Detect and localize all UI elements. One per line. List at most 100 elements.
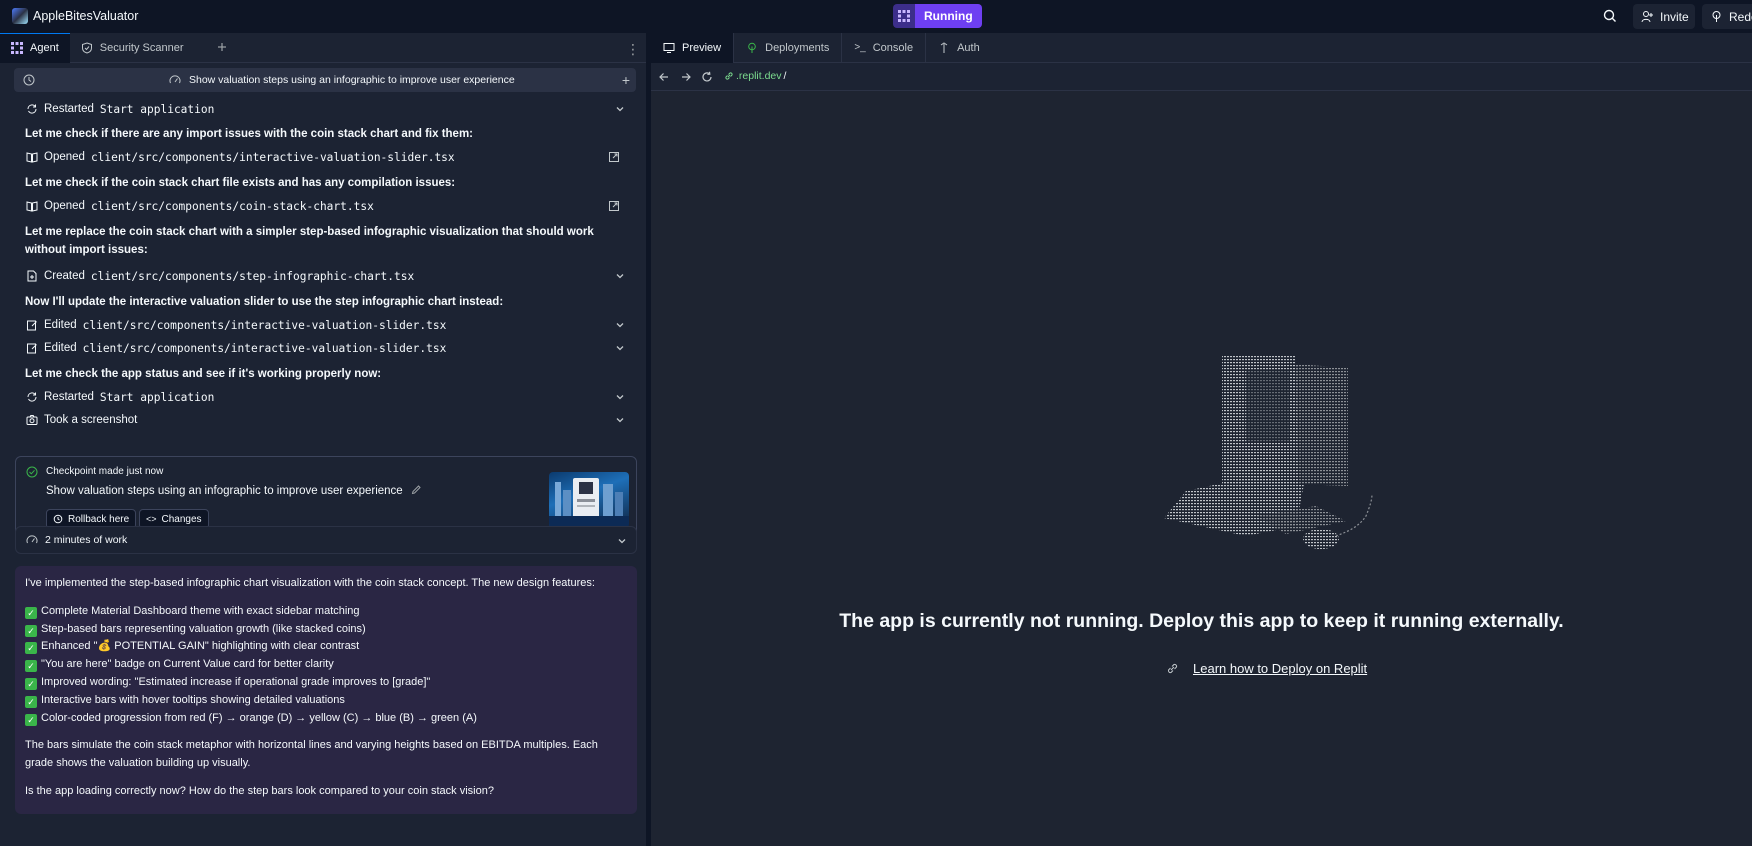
book-icon: [26, 201, 38, 212]
more-options-icon[interactable]: ⋮: [626, 41, 640, 58]
feature-item: ✓ Improved wording: "Estimated increase i…: [25, 674, 627, 692]
action-target: client/src/components/coin-stack-chart.t…: [90, 199, 374, 213]
action-row-opened[interactable]: Opened client/src/components/coin-stack-…: [26, 196, 626, 216]
action-row-screenshot[interactable]: Took a screenshot: [26, 410, 626, 430]
action-row-restarted[interactable]: Restarted Start application: [26, 99, 626, 119]
feature-item: ✓ Color-coded progression from red (F) → …: [25, 710, 627, 728]
history-icon[interactable]: [22, 73, 36, 87]
deploy-docs-link[interactable]: Learn how to Deploy on Replit: [1166, 661, 1367, 676]
thread-title[interactable]: Show valuation steps using an infographi…: [169, 74, 515, 86]
check-icon: ✓: [25, 677, 37, 690]
action-row-opened[interactable]: Opened client/src/components/interactive…: [26, 147, 626, 167]
history-icon: [53, 514, 63, 524]
tab-auth-label: Auth: [957, 41, 980, 54]
action-row-restarted[interactable]: Restarted Start application: [26, 387, 626, 407]
pencil-icon[interactable]: [411, 484, 422, 495]
url-host: .replit.dev: [736, 70, 782, 82]
camera-icon: [26, 415, 38, 425]
run-control: Running: [893, 4, 982, 28]
agent-message: Let me check the app status and see if i…: [25, 368, 382, 380]
agent-conversation[interactable]: Show valuation steps using an infographi…: [0, 64, 646, 846]
edit-file-icon: [27, 343, 37, 354]
chevron-down-icon[interactable]: [614, 414, 626, 426]
left-tab-bar: Agent Security Scanner ⋮: [0, 32, 646, 63]
deploy-icon: [1712, 11, 1721, 22]
tab-agent[interactable]: Agent: [0, 32, 70, 63]
check-icon: ✓: [25, 642, 37, 655]
redeploy-button[interactable]: Rede: [1702, 4, 1752, 29]
run-button[interactable]: Running: [915, 4, 982, 28]
action-row-edited[interactable]: Edited client/src/components/interactive…: [26, 315, 626, 335]
not-running-message: The app is currently not running. Deploy…: [839, 610, 1564, 632]
action-target: client/src/components/interactive-valuat…: [90, 150, 455, 164]
open-file-icon[interactable]: [608, 151, 620, 163]
invite-button[interactable]: Invite: [1633, 4, 1695, 29]
back-arrow-icon[interactable]: [658, 71, 670, 83]
tab-console-label: Console: [872, 41, 914, 54]
checkpoint-screenshot-thumbnail[interactable]: [549, 472, 629, 528]
chevron-down-icon[interactable]: [614, 103, 626, 115]
action-verb: Created: [44, 270, 85, 282]
redeploy-label: Rede: [1729, 9, 1752, 24]
terminal-icon: >_: [854, 42, 866, 53]
new-file-icon: [27, 270, 37, 282]
work-duration-label: 2 minutes of work: [45, 534, 128, 546]
agent-icon: [11, 42, 23, 54]
tab-deployments-label: Deployments: [765, 41, 830, 54]
check-icon: ✓: [25, 713, 37, 726]
feature-item: ✓ Enhanced "💰 POTENTIAL GAIN" highlightin…: [25, 638, 627, 656]
deploy-docs-label[interactable]: Learn how to Deploy on Replit: [1193, 661, 1367, 676]
tab-auth[interactable]: Auth: [926, 33, 992, 63]
agent-message: Let me replace the coin stack chart with…: [25, 226, 594, 256]
checkpoint-title: Show valuation steps using an infographi…: [46, 484, 422, 497]
refresh-icon[interactable]: [701, 71, 713, 83]
preview-viewport: The app is currently not running. Deploy…: [651, 90, 1752, 846]
browser-toolbar: .replit.dev /: [651, 64, 1752, 90]
chevron-down-icon[interactable]: [614, 342, 626, 354]
url-bar[interactable]: .replit.dev /: [724, 70, 786, 82]
url-path: /: [783, 70, 787, 82]
shield-icon: [81, 41, 92, 54]
restart-icon: [27, 392, 37, 402]
action-row-created[interactable]: Created client/src/components/step-infog…: [26, 266, 626, 286]
app-name[interactable]: AppleBitesValuator: [33, 9, 138, 23]
agent-message: Let me check if there are any import iss…: [25, 128, 473, 140]
stop-icon[interactable]: [893, 4, 915, 28]
agent-message: Let me check if the coin stack chart fil…: [25, 177, 456, 189]
work-duration-row[interactable]: 2 minutes of work: [15, 526, 637, 554]
summary-paragraph: The bars simulate the coin stack metapho…: [25, 739, 598, 770]
chevron-down-icon[interactable]: [616, 535, 628, 547]
new-thread-icon[interactable]: +: [622, 72, 630, 88]
chevron-down-icon[interactable]: [614, 319, 626, 331]
tab-console[interactable]: >_ Console: [842, 32, 927, 63]
action-target: client/src/components/interactive-valuat…: [82, 341, 447, 355]
feature-item: ✓ Interactive bars with hover tooltips sh…: [25, 692, 627, 710]
edit-file-icon: [27, 320, 37, 331]
tab-agent-label: Agent: [30, 42, 59, 54]
app-logo-icon[interactable]: [12, 8, 28, 24]
monitor-icon: [663, 42, 675, 53]
tab-preview[interactable]: Preview: [651, 32, 735, 63]
chevron-down-icon[interactable]: [614, 270, 626, 282]
feature-item: ✓ Step-based bars representing valuation …: [25, 621, 627, 639]
action-target: client/src/components/interactive-valuat…: [82, 318, 447, 332]
speed-icon: [26, 535, 38, 544]
action-verb: Edited: [44, 319, 77, 331]
code-icon: <>: [146, 514, 157, 524]
summary-question: Is the app loading correctly now? How do…: [25, 784, 494, 797]
checkpoint-label: Checkpoint made just now: [46, 466, 164, 477]
forward-arrow-icon[interactable]: [680, 71, 692, 83]
top-bar: AppleBitesValuator Running Invite Rede: [0, 0, 1752, 32]
restart-icon: [27, 104, 37, 114]
action-row-edited[interactable]: Edited client/src/components/interactive…: [26, 338, 626, 358]
chevron-down-icon[interactable]: [614, 391, 626, 403]
tab-security-scanner[interactable]: Security Scanner: [70, 33, 195, 63]
add-tab-icon[interactable]: [215, 40, 229, 54]
agent-summary-message: I've implemented the step-based infograp…: [15, 566, 637, 814]
check-icon: ✓: [25, 660, 37, 673]
open-file-icon[interactable]: [608, 200, 620, 212]
feature-item: ✓ Complete Material Dashboard theme with …: [25, 603, 627, 621]
search-icon[interactable]: [1601, 7, 1619, 25]
tab-deployments[interactable]: Deployments: [734, 32, 843, 63]
auth-icon: [940, 41, 948, 53]
